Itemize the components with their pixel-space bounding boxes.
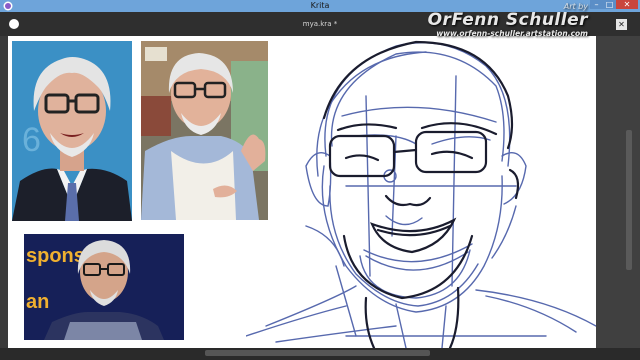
reference-photo-1: 6 <box>12 41 132 221</box>
left-panel <box>0 36 8 348</box>
reference-photo-3: spons ' Ch an <box>24 234 184 340</box>
drawing-canvas[interactable]: 6 spons ' Ch an <box>8 36 596 348</box>
portrait-sketch <box>246 40 596 348</box>
watermark-url: www.orfenn-schuller.artstation.com <box>436 29 588 38</box>
watermark-name: OrFenn Schuller <box>427 10 588 30</box>
maximize-button[interactable]: □ <box>603 0 616 9</box>
close-button[interactable]: ✕ <box>616 0 638 9</box>
svg-text:an: an <box>26 291 49 313</box>
vertical-scrollbar[interactable] <box>626 130 632 270</box>
watermark-label: Art by <box>563 2 588 11</box>
document-close-button[interactable]: ✕ <box>616 19 627 30</box>
right-panel <box>596 36 640 348</box>
horizontal-scrollbar[interactable] <box>205 350 430 356</box>
artist-watermark: Art by OrFenn Schuller www.orfenn-schull… <box>428 2 588 38</box>
svg-text:6: 6 <box>22 121 41 159</box>
minimize-button[interactable]: – <box>590 0 603 9</box>
